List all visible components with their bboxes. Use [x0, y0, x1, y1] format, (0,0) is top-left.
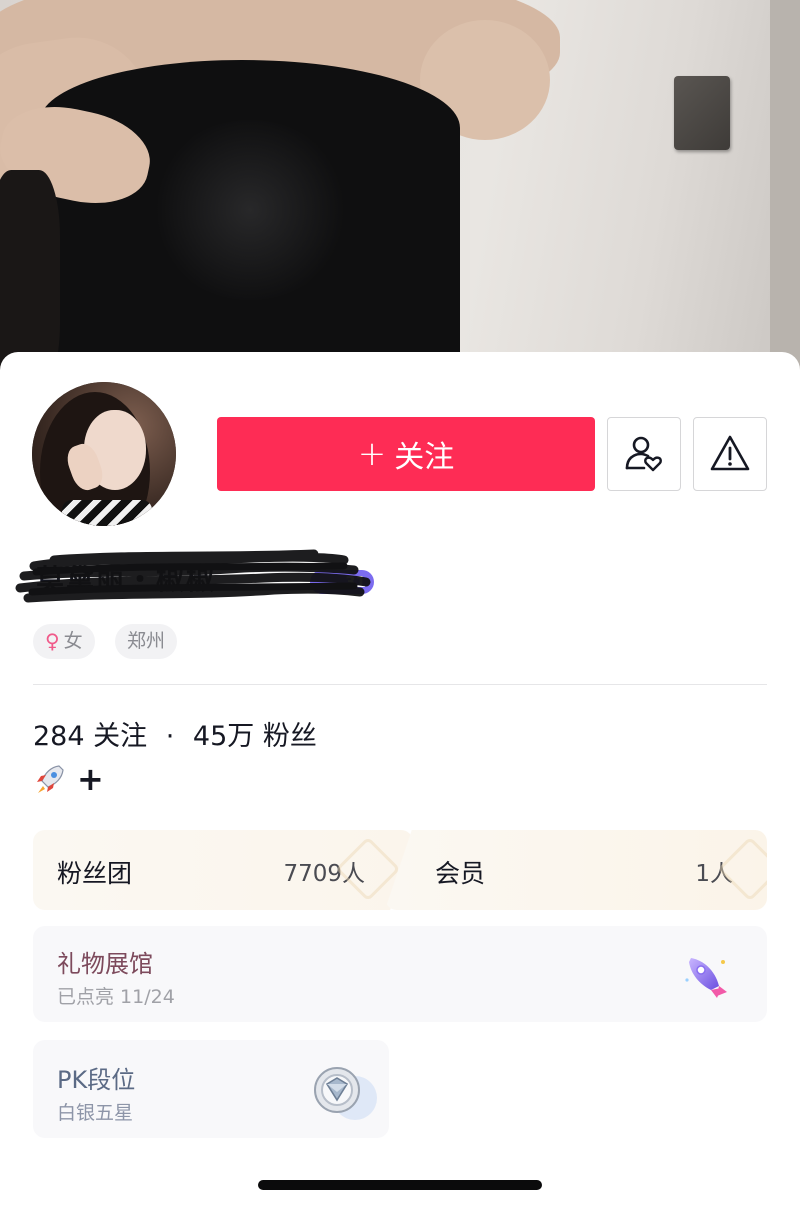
membership-label: 会员 [435, 859, 486, 888]
membership-card[interactable]: 会员 1人 [385, 830, 767, 910]
pk-rank-card[interactable]: PK段位 白银五星 [33, 1040, 389, 1138]
follow-stats: 284 关注 · 45万 粉丝 [33, 714, 317, 753]
rocket-emoji-icon[interactable] [33, 762, 67, 796]
avatar[interactable] [32, 382, 176, 526]
warning-triangle-icon [710, 435, 750, 471]
divider [33, 684, 767, 685]
followers-label[interactable]: 粉丝 [263, 721, 317, 752]
friend-button[interactable] [607, 417, 681, 491]
gift-gallery-card[interactable]: 礼物展馆 已点亮 11/24 [33, 926, 767, 1022]
profile-sheet: + 关注 莫黛丽・椒椒 31 ♀ 女 郑州 284 关注 · 45万 粉丝 + … [0, 352, 800, 1208]
wall-edge [770, 0, 800, 380]
following-label[interactable]: 关注 [93, 721, 147, 752]
city-tag: 郑州 [115, 624, 178, 659]
silver-rank-badge-icon [314, 1067, 377, 1120]
gift-gallery-progress: 已点亮 11/24 [57, 986, 175, 1008]
pk-rank-title: PK段位 [57, 1066, 136, 1094]
cover-photo [0, 0, 800, 380]
person-heart-icon [625, 436, 662, 472]
city-tag-label: 郑州 [127, 630, 166, 652]
add-badge-plus-icon[interactable]: + [77, 763, 104, 795]
plus-icon: + [357, 434, 387, 474]
follow-button-label: 关注 [394, 440, 455, 475]
pk-rank-tier: 白银五星 [57, 1102, 134, 1124]
gender-tag: ♀ 女 [33, 624, 95, 659]
scribble-redaction [15, 549, 371, 603]
photo-hair [0, 170, 60, 380]
following-count[interactable]: 284 [33, 721, 85, 752]
badge-row: + [33, 762, 104, 796]
username: 莫黛丽・椒椒 31 [14, 548, 384, 604]
membership-deco-icon [717, 836, 767, 902]
fan-club-deco-icon [335, 836, 401, 902]
gift-gallery-title: 礼物展馆 [57, 950, 153, 978]
stats-separator: · [165, 721, 175, 752]
followers-count[interactable]: 45万 [193, 721, 254, 752]
gift-rocket-icon [685, 958, 727, 998]
fan-club-card[interactable]: 粉丝团 7709人 [33, 830, 413, 910]
fan-club-label: 粉丝团 [57, 859, 133, 888]
female-symbol-icon: ♀ [45, 629, 60, 653]
photo-dress-shine [150, 120, 350, 300]
gender-tag-label: 女 [63, 630, 83, 652]
wall-switch [674, 76, 730, 150]
follow-button[interactable]: + 关注 [217, 417, 595, 491]
home-indicator[interactable] [258, 1180, 542, 1190]
report-button[interactable] [693, 417, 767, 491]
